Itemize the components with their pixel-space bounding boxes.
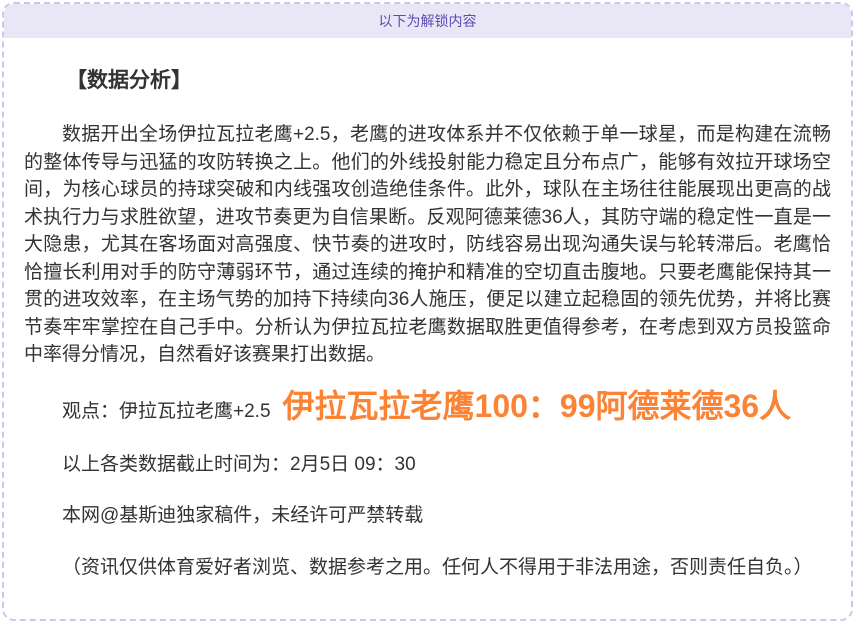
copyright-text: 本网@基斯迪独家稿件，未经许可严禁转载: [24, 502, 831, 530]
disclaimer-text: （资讯仅供体育爱好者浏览、数据参考之用。任何人不得用于非法用途，否则责任自负。）: [24, 554, 831, 582]
analysis-paragraph: 数据开出全场伊拉瓦拉老鹰+2.5，老鹰的进攻体系并不仅依赖于单一球星，而是构建在…: [24, 121, 831, 369]
viewpoint-label: 观点：伊拉瓦拉老鹰+2.5: [62, 401, 271, 422]
data-cutoff-text: 以上各类数据截止时间为：2月5日 09：30: [24, 451, 831, 479]
section-title: 【数据分析】: [24, 64, 831, 94]
article-content: 【数据分析】 数据开出全场伊拉瓦拉老鹰+2.5，老鹰的进攻体系并不仅依赖于单一球…: [4, 64, 851, 581]
unlock-banner-label: 以下为解锁内容: [379, 11, 477, 31]
unlock-banner: 以下为解锁内容: [4, 4, 851, 38]
unlocked-content-panel: 以下为解锁内容 【数据分析】 数据开出全场伊拉瓦拉老鹰+2.5，老鹰的进攻体系并…: [2, 2, 853, 621]
score-prediction-highlight: 伊拉瓦拉老鹰100：99阿德莱德36人: [283, 388, 792, 424]
viewpoint-line: 观点：伊拉瓦拉老鹰+2.5 伊拉瓦拉老鹰100：99阿德莱德36人: [24, 381, 831, 427]
